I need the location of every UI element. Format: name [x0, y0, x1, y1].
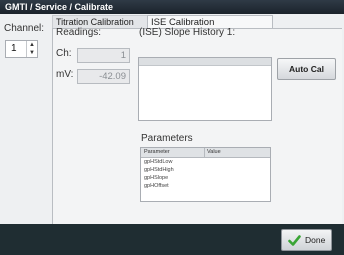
auto-cal-button[interactable]: Auto Cal	[277, 58, 336, 80]
table-row[interactable]: gpHOffset	[141, 182, 270, 190]
readings-label: Readings:	[56, 27, 102, 38]
ch-label: Ch:	[56, 48, 72, 59]
left-column	[0, 28, 51, 238]
window-title: GMTI / Service / Calibrate	[0, 0, 344, 14]
parameter-column-header[interactable]: Parameter	[144, 149, 170, 155]
value-column-header[interactable]: Value	[207, 149, 221, 155]
arrow-up-icon[interactable]: ▲	[27, 41, 37, 49]
arrow-down-icon[interactable]: ▼	[27, 49, 37, 57]
table-row[interactable]: gpHSlope	[141, 174, 270, 182]
channel-value: 1	[11, 43, 17, 54]
check-icon	[288, 235, 301, 246]
stepper-buttons: ▲ ▼	[26, 41, 37, 57]
done-label: Done	[305, 235, 326, 245]
column-divider	[204, 148, 205, 157]
parameters-label: Parameters	[141, 133, 193, 144]
calibrate-screen: GMTI / Service / Calibrate Titration Cal…	[0, 0, 344, 255]
mv-label: mV:	[56, 69, 74, 80]
table-row[interactable]: gpHStdLow	[141, 158, 270, 166]
parameters-table-header: Parameter Value	[141, 148, 270, 158]
parameters-table[interactable]: Parameter Value gpHStdLow gpHStdHigh gpH…	[140, 147, 271, 202]
table-row[interactable]: gpHStdHigh	[141, 166, 270, 174]
slope-history-list[interactable]	[138, 57, 272, 121]
mv-value-field: -42.09	[77, 69, 130, 84]
ch-value-field: 1	[77, 48, 130, 63]
done-button[interactable]: Done	[281, 229, 332, 251]
channel-label: Channel:	[4, 23, 45, 34]
channel-stepper[interactable]: 1 ▲ ▼	[5, 40, 38, 58]
slope-history-label: (ISE) Slope History 1:	[139, 27, 236, 38]
